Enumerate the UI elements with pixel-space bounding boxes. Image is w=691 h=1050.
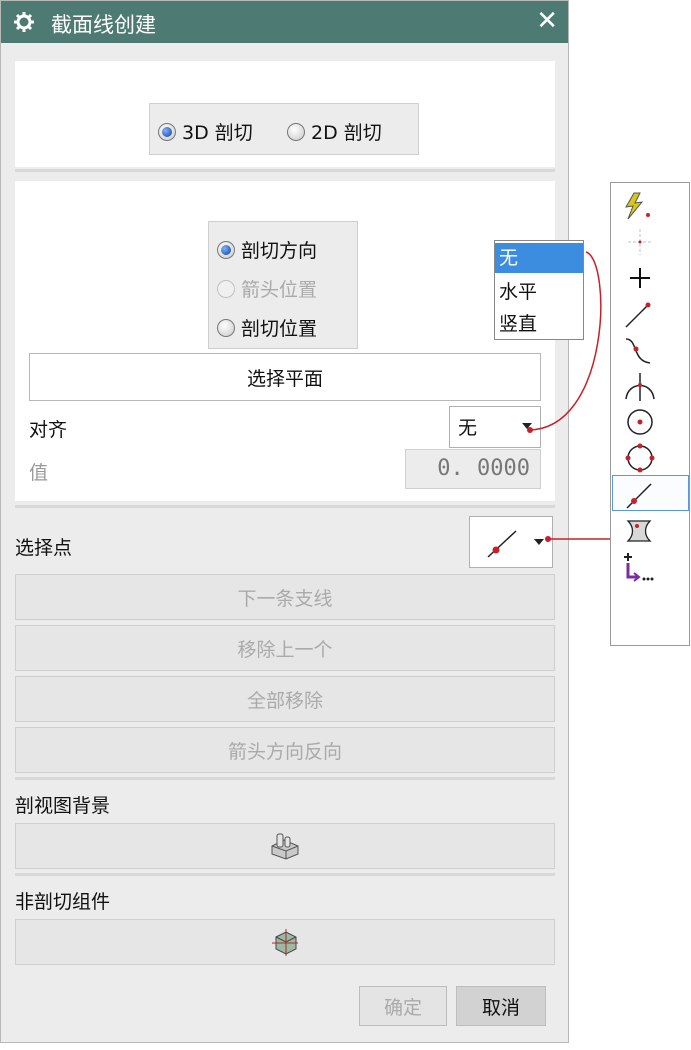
ok-button: 确定 xyxy=(359,986,447,1026)
dialog-title: 截面线创建 xyxy=(51,13,156,37)
title-bar: 截面线创建 ✕ xyxy=(1,1,568,43)
radio-label: 剖切位置 xyxy=(241,318,318,340)
end-point-icon xyxy=(625,302,651,328)
step-radio-group: 剖切方向 箭头位置 剖切位置 xyxy=(208,221,358,349)
inferred-point-icon xyxy=(625,192,650,220)
next-branch-button: 下一条支线 xyxy=(15,574,555,620)
radio-dot xyxy=(217,240,235,259)
align-dropdown-menu: 无 水平 竖直 xyxy=(494,240,584,340)
cancel-button[interactable]: 取消 xyxy=(456,986,546,1026)
close-icon[interactable]: ✕ xyxy=(536,6,558,36)
palette-inferred-point[interactable] xyxy=(612,187,689,223)
point-type-palette xyxy=(610,182,690,646)
non-section-label: 非剖切组件 xyxy=(15,891,111,913)
point-constructor-icon xyxy=(624,553,654,582)
radio-cut-position[interactable]: 剖切位置 xyxy=(217,314,317,341)
palette-point-on-face[interactable] xyxy=(612,511,689,547)
palette-point-constructor[interactable] xyxy=(612,547,689,583)
chevron-down-icon xyxy=(534,539,544,545)
section-background-label: 剖视图背景 xyxy=(15,795,111,817)
align-select[interactable]: 无 xyxy=(449,406,541,448)
radio-cut-direction[interactable]: 剖切方向 xyxy=(217,236,317,263)
palette-control-point[interactable] xyxy=(612,331,689,367)
chevron-down-icon xyxy=(522,423,532,429)
radio-dot xyxy=(287,122,305,141)
solid-body-icon xyxy=(271,833,299,860)
align-label: 对齐 xyxy=(29,419,68,441)
radio-dot xyxy=(158,122,176,141)
palette-intersection-point[interactable] xyxy=(612,367,689,403)
radio-arrow-position: 箭头位置 xyxy=(217,275,317,302)
gear-icon xyxy=(14,12,34,32)
intersection-point-icon xyxy=(625,373,655,401)
existing-point-icon xyxy=(630,268,650,288)
palette-arc-center[interactable] xyxy=(612,403,689,439)
radio-3d-section[interactable]: 3D 剖切 xyxy=(158,118,253,145)
select-plane-button[interactable]: 选择平面 xyxy=(29,353,541,401)
value-field: 0. 0000 xyxy=(405,449,541,489)
palette-quadrant-point[interactable] xyxy=(612,439,689,475)
palette-existing-point[interactable] xyxy=(612,259,689,295)
align-option-none[interactable]: 无 xyxy=(495,243,583,273)
separator xyxy=(15,505,555,508)
non-section-component-button[interactable] xyxy=(15,919,555,965)
palette-end-point[interactable] xyxy=(612,295,689,331)
mode-radio-group: 3D 剖切 2D 剖切 xyxy=(149,103,419,155)
align-option-horizontal[interactable]: 水平 xyxy=(495,277,583,307)
radio-label: 2D 剖切 xyxy=(311,122,382,144)
arc-center-icon xyxy=(627,409,653,435)
reverse-arrow-button: 箭头方向反向 xyxy=(15,727,555,773)
select-point-label: 选择点 xyxy=(15,537,73,559)
remove-last-button: 移除上一个 xyxy=(15,625,555,671)
section-background-button[interactable] xyxy=(15,823,555,869)
point-on-curve-icon xyxy=(487,530,517,558)
radio-dot xyxy=(217,279,235,298)
palette-point-on-curve[interactable] xyxy=(612,475,689,511)
cursor-location-icon xyxy=(628,229,652,255)
cut-settings-panel: 剖切方向 箭头位置 剖切位置 选择平面 对齐 无 值 0. 0000 xyxy=(15,181,555,501)
radio-dot xyxy=(217,318,235,337)
quadrant-point-icon xyxy=(625,443,655,473)
separator xyxy=(15,873,555,876)
mode-panel: 3D 剖切 2D 剖切 xyxy=(15,61,555,167)
control-point-icon xyxy=(625,338,651,364)
separator xyxy=(15,777,555,780)
radio-2d-section[interactable]: 2D 剖切 xyxy=(287,118,382,145)
align-option-vertical[interactable]: 竖直 xyxy=(495,309,583,339)
point-on-face-icon xyxy=(626,520,652,542)
value-label: 值 xyxy=(29,462,49,484)
radio-label: 箭头位置 xyxy=(241,279,318,301)
separator xyxy=(15,169,555,172)
point-type-select[interactable] xyxy=(469,516,553,568)
point-on-curve-icon xyxy=(626,483,652,509)
component-cube-icon xyxy=(272,929,298,956)
radio-label: 3D 剖切 xyxy=(182,122,253,144)
palette-cursor-location[interactable] xyxy=(612,223,689,259)
align-select-value: 无 xyxy=(458,417,478,439)
remove-all-button: 全部移除 xyxy=(15,676,555,722)
radio-label: 剖切方向 xyxy=(241,240,318,262)
